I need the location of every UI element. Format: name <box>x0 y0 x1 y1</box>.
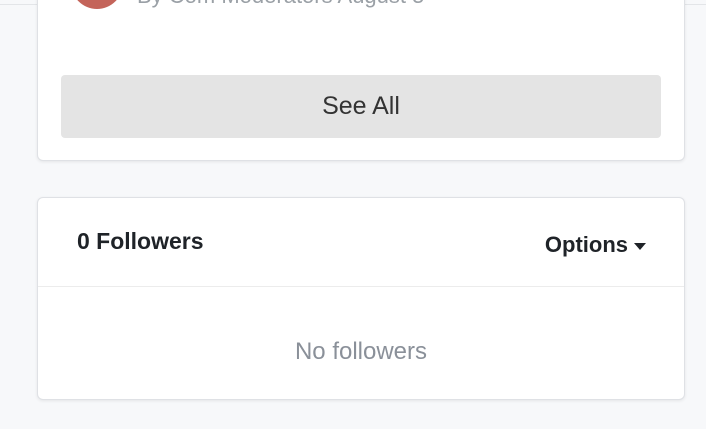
options-dropdown[interactable]: Options <box>545 232 646 258</box>
options-label: Options <box>544 232 628 257</box>
list-item[interactable]: By Com Moderators August 5 <box>71 0 671 11</box>
avatar <box>71 0 123 9</box>
caret-down-icon <box>634 242 646 250</box>
see-all-button[interactable]: See All <box>61 75 661 138</box>
item-meta: By Com Moderators August 5 <box>137 0 424 9</box>
discussions-card: By Com Moderators August 5 See All <box>37 0 685 161</box>
followers-title: 0 Followers <box>77 228 204 254</box>
empty-state-message: No followers <box>294 338 428 365</box>
followers-card: 0 Followers Options No followers <box>37 197 685 400</box>
followers-header: 0 Followers Options <box>38 198 684 287</box>
